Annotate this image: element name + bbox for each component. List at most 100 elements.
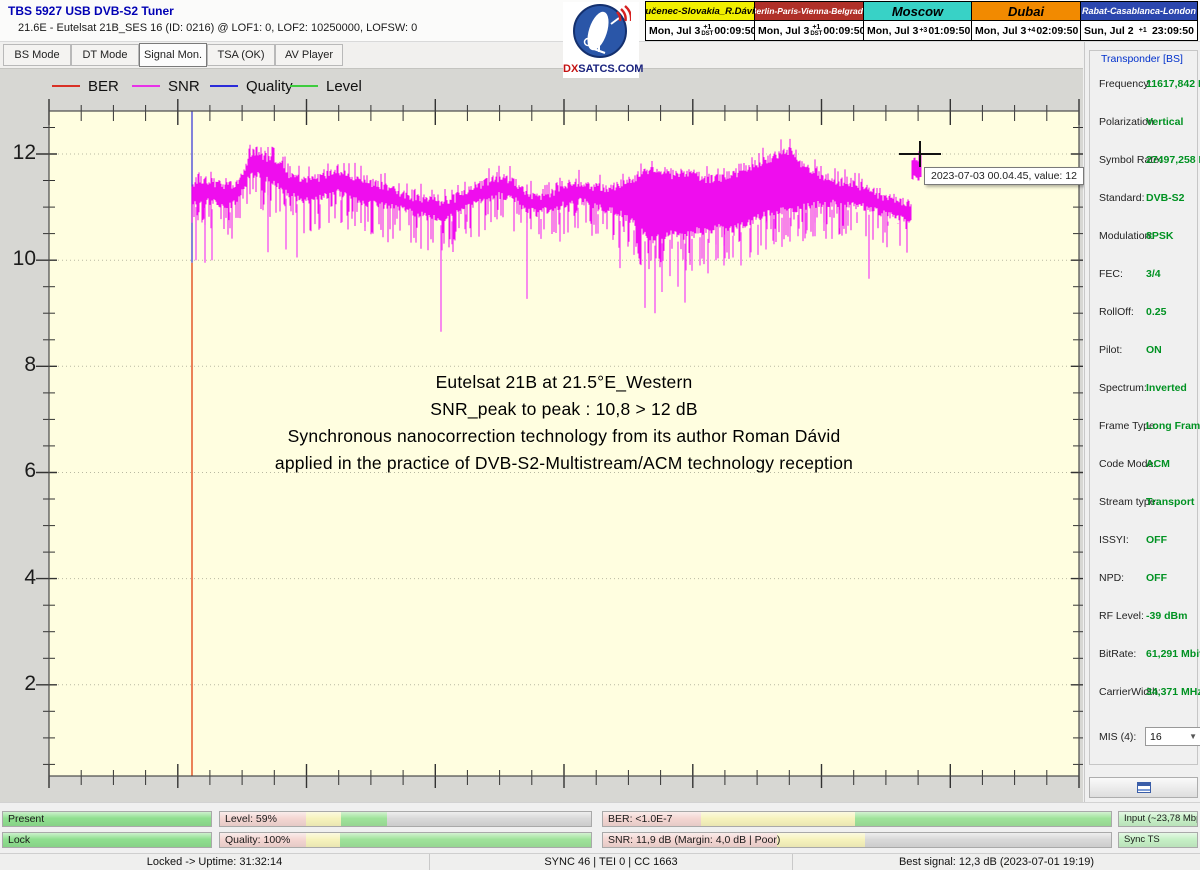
tab-bar: BS ModeDT ModeSignal Mon.TSA (OK)AV Play… (0, 43, 1083, 68)
syncts-bar: Sync TS (1118, 832, 1198, 848)
bar-segment (340, 833, 591, 847)
clock-day: Mon, Jul 3 (649, 25, 700, 37)
clock-hhmmss: 23:09:50 (1152, 25, 1194, 37)
mis-value: 16 (1150, 731, 1162, 743)
clock-utc-offset: +1DST (810, 24, 822, 37)
clock-city-label: Rabat-Casablanca-London (1081, 2, 1197, 21)
clock-day: Sun, Jul 2 (1084, 25, 1134, 37)
field-value-bitrate-: 61,291 Mbit/s (1146, 648, 1200, 660)
transponder-group-label: Transponder [BS] (1098, 53, 1186, 65)
logo-text-rest: SATCS.COM (578, 63, 643, 75)
clock-hhmmss: 02:09:50 (1036, 25, 1078, 37)
clock-utc-offset: +1DST (701, 24, 713, 37)
window-icon (1137, 782, 1151, 793)
field-label-bitrate-: BitRate: (1099, 648, 1136, 660)
y-tick-label: 6 (2, 459, 36, 483)
signal-status-bars: Present Lock Level: 59% Quality: 100% BER: <… (0, 802, 1200, 853)
panel-toggle-button[interactable] (1089, 777, 1198, 798)
clock-city-label: Berlin-Paris-Vienna-Belgrade (755, 2, 863, 21)
annotation-line: SNR_peak to peak : 10,8 > 12 dB (49, 396, 1079, 423)
chevron-down-icon: ▼ (1189, 732, 1197, 741)
clock-city-label: Lučenec-Slovakia_R.Dávid (646, 2, 754, 21)
chart-annotation: Eutelsat 21B at 21.5°E_WesternSNR_peak t… (49, 369, 1079, 477)
y-tick-label: 4 (2, 566, 36, 590)
present-indicator: Present (2, 811, 212, 827)
ber-bar: BER: <1.0E-7 (602, 811, 1112, 827)
clock-day: Mon, Jul 3 (975, 25, 1026, 37)
field-value-fec-: 3/4 (1146, 268, 1161, 280)
tab-signal-mon-[interactable]: Signal Mon. (139, 43, 207, 67)
quality-bar-label: Quality: 100% (225, 834, 290, 846)
bar-segment (341, 812, 387, 826)
field-label-npd-: NPD: (1099, 572, 1124, 584)
status-lock-uptime: Locked -> Uptime: 31:32:14 (0, 854, 430, 870)
clock-cell: Lučenec-Slovakia_R.DávidMon, Jul 3+1DST0… (645, 1, 755, 41)
tuner-subtitle: 21.6E - Eutelsat 21B_SES 16 (ID: 0216) @… (18, 22, 417, 34)
clock-time: Mon, Jul 3+402:09:50 (972, 21, 1080, 40)
bar-segment (387, 812, 591, 826)
field-value-rolloff-: 0.25 (1146, 306, 1166, 318)
field-label-rf-level-: RF Level: (1099, 610, 1144, 622)
clock-hhmmss: 00:09:50 (714, 25, 756, 37)
field-value-standard-: DVB-S2 (1146, 192, 1185, 204)
value-tooltip: 2023-07-03 00.04.45, value: 12 (924, 167, 1084, 185)
clock-cell: Rabat-Casablanca-London Sun, Jul 2 +1 23:09… (1081, 1, 1198, 41)
signal-chart: BERSNRQualityLevel 24681012 Eutelsat 21B… (0, 68, 1083, 802)
tab-tsa-ok-[interactable]: TSA (OK) (207, 44, 275, 66)
clock-city-label: Moscow (864, 2, 971, 21)
clock-utc-offset: +4 (1027, 27, 1035, 34)
tab-bs-mode[interactable]: BS Mode (3, 44, 71, 66)
field-label-standard-: Standard: (1099, 192, 1145, 204)
field-label-frequency-: Frequency: (1099, 78, 1152, 90)
field-value-frame-type-: Long Frame (1146, 420, 1200, 432)
quality-bar: Quality: 100% (219, 832, 592, 848)
clock-time: Mon, Jul 3+1DST00:09:50 (646, 21, 754, 40)
dxsatcs-logo: DXSATCS.COM (563, 2, 639, 78)
level-bar-label: Level: 59% (225, 813, 277, 825)
field-value-polarization-: Vertical (1146, 116, 1183, 128)
annotation-line: applied in the practice of DVB-S2-Multis… (49, 450, 1079, 477)
field-value-code-mode-: ACM (1146, 458, 1170, 470)
tab-dt-mode[interactable]: DT Mode (71, 44, 139, 66)
bar-segment (3, 833, 211, 847)
bar-segment (855, 812, 1111, 826)
transponder-groupbox: Transponder [BS] Frequency:11617,842 MHz… (1089, 50, 1198, 765)
mis-dropdown[interactable]: 16 ▼ (1145, 727, 1200, 746)
field-value-npd-: OFF (1146, 572, 1167, 584)
satellite-dish-icon (571, 2, 631, 60)
bar-segment (701, 812, 855, 826)
status-bar: Locked -> Uptime: 31:32:14 SYNC 46 | TEI… (0, 853, 1200, 870)
field-value-stream-type-: Transport (1146, 496, 1194, 508)
clock-hhmmss: 01:09:50 (928, 25, 970, 37)
field-value-symbol-rate-: 27497,258 KS/s (1146, 154, 1200, 166)
field-value-frequency-: 11617,842 MHz (1146, 78, 1200, 90)
field-label-fec-: FEC: (1099, 268, 1123, 280)
clock-day: Mon, Jul 3 (867, 25, 918, 37)
field-value-issyi-: OFF (1146, 534, 1167, 546)
clock-time: Sun, Jul 2 +1 23:09:50 (1081, 21, 1197, 40)
y-tick-label: 12 (2, 141, 36, 165)
app-title: TBS 5927 USB DVB-S2 Tuner (8, 4, 174, 18)
y-tick-label: 8 (2, 353, 36, 377)
tab-av-player[interactable]: AV Player (275, 44, 343, 66)
field-value-pilot-: ON (1146, 344, 1162, 356)
bar-segment (777, 833, 865, 847)
status-sync-counters: SYNC 46 | TEI 0 | CC 1663 (430, 854, 793, 870)
lock-indicator-label: Lock (8, 834, 30, 846)
input-bar-label: Input (~23,78 Mbps) (1124, 813, 1198, 824)
clock-cell: Berlin-Paris-Vienna-BelgradeMon, Jul 3+1… (755, 1, 864, 41)
app-window: TBS 5927 USB DVB-S2 Tuner 21.6E - Eutels… (0, 0, 1200, 870)
annotation-line: Synchronous nanocorrection technology fr… (49, 423, 1079, 450)
clock-utc-offset: +1 (1139, 27, 1147, 34)
bar-segment (306, 833, 341, 847)
field-value-spectrum-: Inverted (1146, 382, 1187, 394)
clock-city-label: Dubai (972, 2, 1080, 21)
bar-segment (306, 812, 342, 826)
ber-bar-label: BER: <1.0E-7 (608, 813, 673, 825)
lock-indicator: Lock (2, 832, 212, 848)
snr-bar: SNR: 11,9 dB (Margin: 4,0 dB | Poor) (602, 832, 1112, 848)
y-tick-label: 10 (2, 247, 36, 271)
world-clocks: Lučenec-Slovakia_R.DávidMon, Jul 3+1DST0… (645, 1, 1198, 41)
field-value-modulation-: 8PSK (1146, 230, 1173, 242)
field-label-issyi-: ISSYI: (1099, 534, 1129, 546)
